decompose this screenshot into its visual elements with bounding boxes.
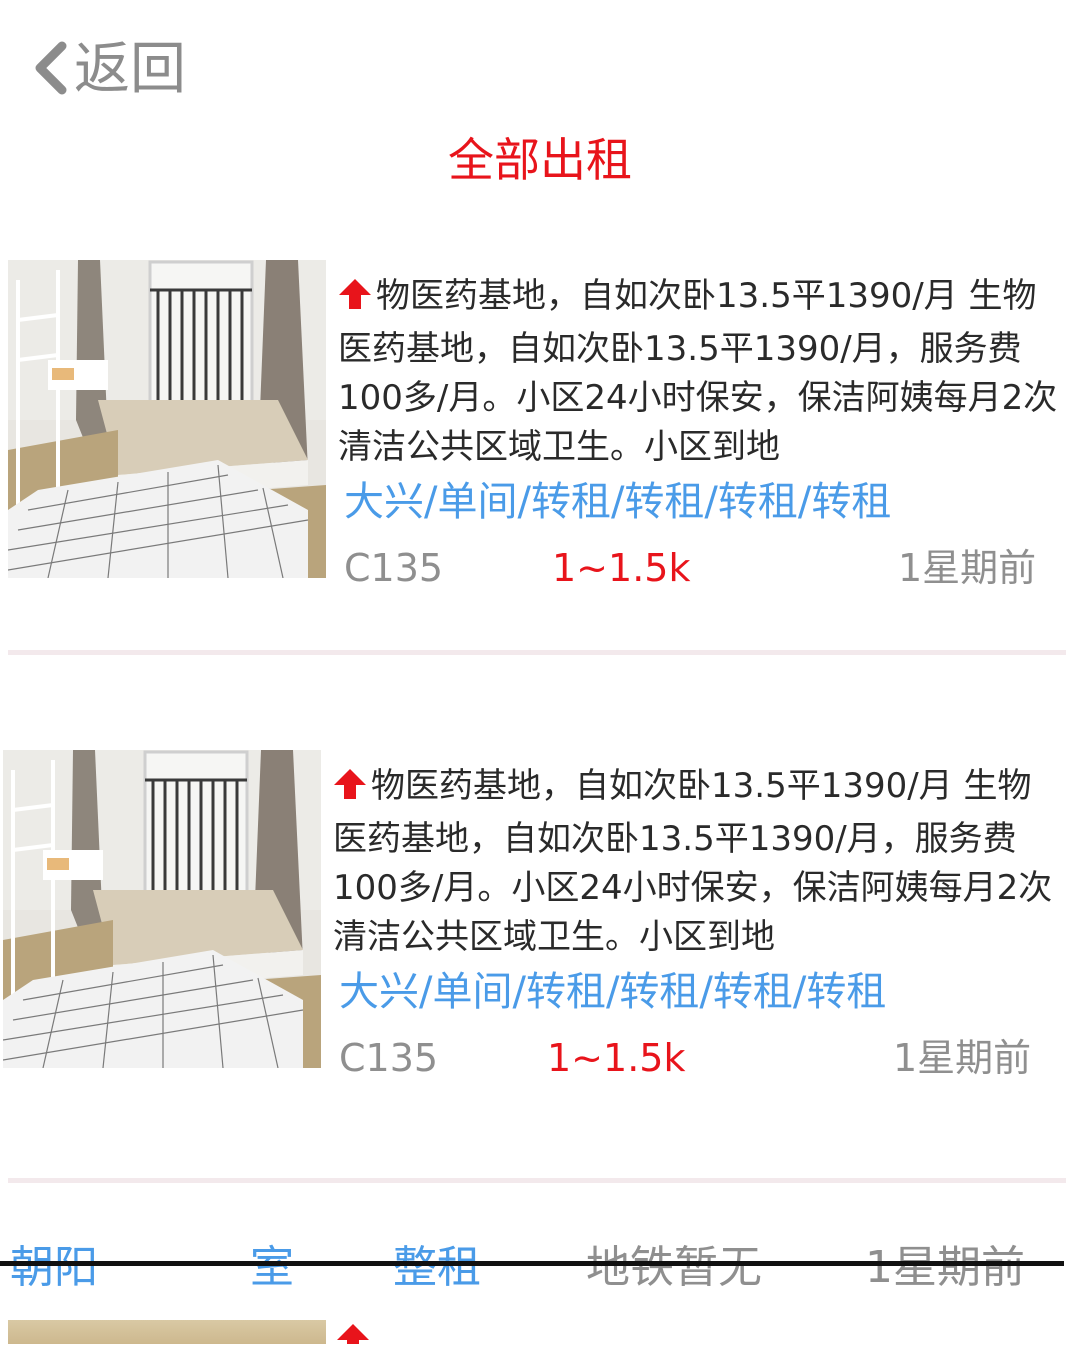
- listing-time: 1星期前: [893, 1036, 1032, 1080]
- listing-code: C135: [344, 546, 444, 590]
- listing-card[interactable]: 物医药基地，自如次卧13.5平1390/月 生物医药基地，自如次卧13.5平13…: [0, 260, 1080, 590]
- listing-price: 1~1.5k: [547, 1036, 686, 1080]
- divider: [8, 650, 1066, 655]
- listing-photo[interactable]: [8, 1320, 326, 1344]
- row-subway: 地铁暂无: [586, 1242, 762, 1293]
- listing-photo[interactable]: [3, 750, 321, 1068]
- listing-code: C135: [339, 1036, 439, 1080]
- chevron-left-icon: [30, 40, 70, 100]
- listing-photo[interactable]: [8, 260, 326, 578]
- arrow-up-icon: [338, 276, 372, 325]
- arrow-up-icon: [336, 1322, 370, 1348]
- row-rent-type: 整租: [393, 1242, 481, 1293]
- listing-price: 1~1.5k: [552, 546, 691, 590]
- listing-time: 1星期前: [898, 546, 1037, 590]
- listing-description: 物医药基地，自如次卧13.5平1390/月 生物医药基地，自如次卧13.5平13…: [333, 766, 1053, 957]
- page-title: 全部出租: [448, 133, 632, 187]
- back-button[interactable]: 返回: [30, 34, 186, 106]
- arrow-up-icon: [333, 766, 367, 815]
- back-label: 返回: [74, 37, 186, 102]
- listing-tags[interactable]: 大兴/单间/转租/转租/转租/转租: [344, 476, 891, 528]
- listing-description-block: 物医药基地，自如次卧13.5平1390/月 生物医药基地，自如次卧13.5平13…: [338, 272, 1058, 468]
- divider: [8, 1178, 1066, 1183]
- row-time: 1星期前: [865, 1242, 1025, 1293]
- listing-description: 物医药基地，自如次卧13.5平1390/月 生物医药基地，自如次卧13.5平13…: [338, 276, 1058, 467]
- listing-summary-row[interactable]: 朝阳 室 整租 地铁暂无 1星期前: [0, 1238, 1080, 1298]
- listing-tags[interactable]: 大兴/单间/转租/转租/转租/转租: [339, 966, 886, 1018]
- strike-line: [0, 1261, 1064, 1266]
- row-district: 朝阳: [10, 1242, 98, 1293]
- listing-card[interactable]: 物医药基地，自如次卧13.5平1390/月 生物医药基地，自如次卧13.5平13…: [0, 750, 1080, 1080]
- row-room: 室: [250, 1242, 294, 1293]
- listing-description-block: 物医药基地，自如次卧13.5平1390/月 生物医药基地，自如次卧13.5平13…: [333, 762, 1053, 958]
